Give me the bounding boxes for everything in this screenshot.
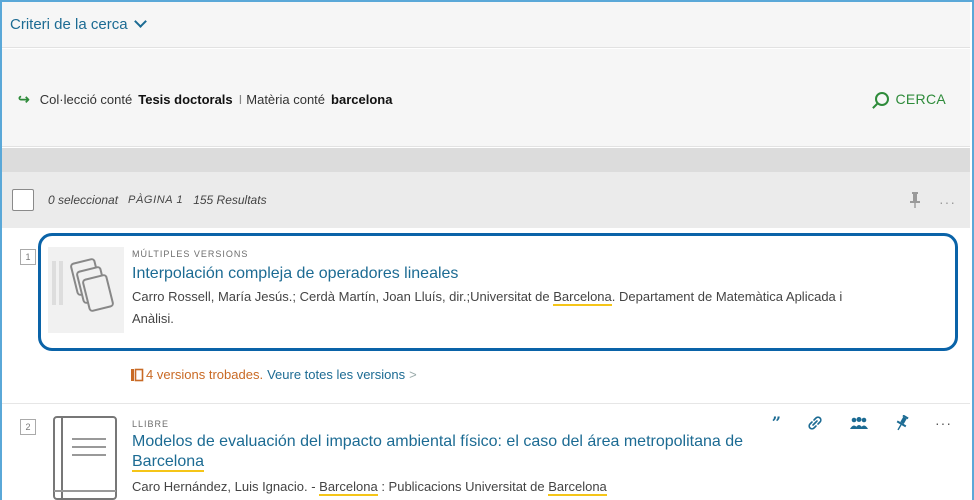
result-item: 1 MÚLTIPLES VERSIONS Interpolación compl… [2, 229, 970, 404]
result-meta: Carro Rossell, María Jesús.; Cerdà Martí… [132, 287, 842, 307]
result-item: 2 LLIBRE Modelos de evaluación del impac… [2, 405, 970, 500]
query-summary: ↪ Col·lecció conté Tesis doctorals I Mat… [2, 49, 970, 147]
result-actions: ” ··· [772, 413, 952, 432]
result-index: 2 [20, 419, 36, 435]
result-meta-text: Carro Rossell, María Jesús.; Cerdà Martí… [132, 289, 554, 304]
select-all-checkbox[interactable] [12, 189, 34, 211]
result-meta-text: Caro Hernández, Luis Ignacio. - [132, 479, 320, 494]
results-toolbar: 0 seleccionat PÀGINA 1 155 Resultats ··· [2, 172, 970, 228]
chevron-down-icon [133, 15, 147, 28]
query-separator: I [238, 92, 243, 107]
more-options-icon[interactable]: ··· [935, 415, 952, 431]
result-type: MÚLTIPLES VERSIONS [132, 249, 249, 259]
selected-count: 0 seleccionat [48, 193, 119, 207]
result-meta: Caro Hernández, Luis Ignacio. - Barcelon… [132, 477, 607, 497]
pin-icon[interactable] [910, 192, 920, 208]
divider-band [2, 148, 970, 172]
result-title[interactable]: Modelos de evaluación del impacto ambien… [132, 432, 743, 472]
versions-count: 4 versions trobades. [146, 367, 264, 382]
result-meta-text: : Publicacions Universitat de [377, 479, 549, 494]
return-arrow-icon: ↪ [18, 91, 30, 107]
highlighted-term: Barcelona [319, 479, 378, 496]
cite-icon[interactable]: ” [772, 413, 781, 432]
query-field1-value: Tesis doctorals [138, 92, 233, 107]
query-field2-label: Matèria conté [246, 92, 326, 107]
criteria-title: Criteri de la cerca [10, 16, 128, 33]
more-options-icon[interactable]: ··· [939, 194, 956, 210]
highlighted-term: Barcelona [548, 479, 607, 496]
book-icon [52, 415, 118, 500]
search-icon [875, 92, 890, 106]
pin-icon[interactable] [895, 414, 909, 431]
criteria-toggle[interactable]: Criteri de la cerca [2, 2, 970, 48]
query-field1-label: Col·lecció conté [39, 92, 133, 107]
highlighted-term: Barcelona [132, 453, 205, 472]
search-button[interactable]: CERCA [875, 91, 946, 107]
results-count: 155 Resultats [193, 193, 267, 207]
query-field2-value: barcelona [331, 92, 393, 107]
query-line: ↪ Col·lecció conté Tesis doctorals I Mat… [18, 91, 398, 108]
result-title[interactable]: Interpolación compleja de operadores lin… [132, 264, 458, 284]
result-meta-line2: Anàlisi. [132, 311, 174, 326]
chevron-right-icon: > [409, 367, 417, 382]
result-meta-text: . Departament de Matemàtica Aplicada i [611, 289, 843, 304]
search-button-label: CERCA [895, 91, 946, 107]
see-all-versions-link[interactable]: Veure totes les versions [267, 367, 405, 382]
result-title-line1: Modelos de evaluación del impacto ambien… [132, 433, 744, 450]
result-type: LLIBRE [132, 419, 170, 429]
link-icon[interactable] [807, 415, 823, 431]
result-index: 1 [20, 249, 36, 265]
versions-row: 4 versions trobades. Veure totes les ver… [130, 367, 417, 382]
highlighted-term: Barcelona [553, 289, 612, 306]
people-icon[interactable] [849, 416, 869, 430]
multiple-versions-icon [48, 247, 124, 333]
page-label: PÀGINA 1 [128, 194, 184, 206]
versions-icon [131, 368, 144, 381]
